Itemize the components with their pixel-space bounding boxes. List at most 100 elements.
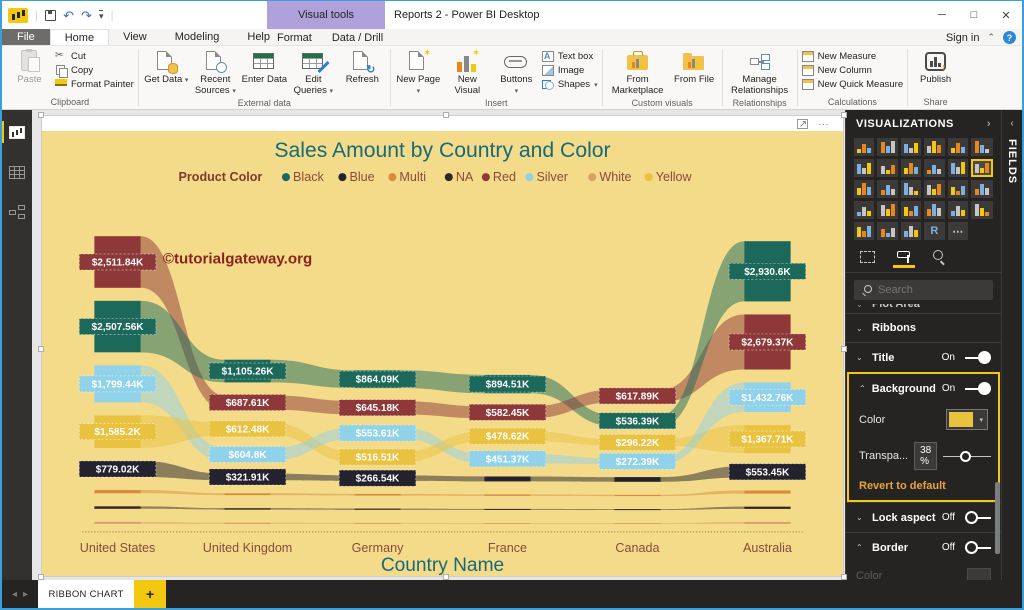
focus-mode-icon[interactable]: ↗ bbox=[797, 119, 808, 129]
visual-type-tile[interactable] bbox=[924, 201, 944, 219]
visual-type-tile[interactable] bbox=[877, 201, 897, 219]
prev-page-icon[interactable]: ◂ bbox=[12, 589, 17, 600]
section-lock-aspect[interactable]: ⌄Lock aspectOff bbox=[846, 502, 1001, 532]
visual-type-tile[interactable]: R bbox=[924, 222, 944, 240]
section-plot-area[interactable]: ⌄Plot Area bbox=[846, 304, 1001, 313]
visual-type-tile[interactable] bbox=[948, 159, 968, 177]
revert-to-default-link[interactable]: Revert to default bbox=[849, 476, 998, 500]
visual-type-tile[interactable] bbox=[948, 180, 968, 198]
visual-type-tile[interactable] bbox=[854, 159, 874, 177]
from-file-button[interactable]: From File bbox=[671, 48, 718, 86]
background-toggle[interactable] bbox=[965, 382, 991, 395]
resize-handle[interactable] bbox=[443, 574, 449, 580]
visual-type-tile[interactable] bbox=[901, 159, 921, 177]
visual-type-tile[interactable] bbox=[924, 180, 944, 198]
minimize-icon[interactable]: ─ bbox=[926, 1, 958, 29]
resize-handle[interactable] bbox=[841, 112, 847, 118]
customize-toolbar-icon[interactable]: ▾ bbox=[99, 10, 104, 21]
report-view-button[interactable] bbox=[2, 120, 32, 144]
visual-type-tile[interactable] bbox=[901, 201, 921, 219]
format-search[interactable] bbox=[854, 280, 993, 300]
visual-type-tile[interactable] bbox=[924, 159, 944, 177]
new-column-button[interactable]: New Column bbox=[802, 65, 904, 76]
border-toggle[interactable] bbox=[965, 541, 991, 554]
resize-handle[interactable] bbox=[38, 574, 44, 580]
visual-type-tile[interactable] bbox=[901, 138, 921, 156]
report-canvas[interactable]: ↗ ∙∙∙ $2,511.84K$2,507.56K$1,799.44K$1,5… bbox=[32, 110, 845, 580]
visual-type-tile[interactable] bbox=[877, 222, 897, 240]
resize-handle[interactable] bbox=[443, 112, 449, 118]
new-measure-button[interactable]: New Measure bbox=[802, 51, 904, 62]
resize-handle[interactable] bbox=[841, 574, 847, 580]
text-box-button[interactable]: Text box bbox=[542, 51, 598, 62]
shapes-button[interactable]: Shapes ▾ bbox=[542, 79, 598, 90]
maximize-icon[interactable]: □ bbox=[958, 1, 990, 29]
get-data-button[interactable]: Get Data ▾ bbox=[143, 48, 190, 86]
enter-data-button[interactable]: Enter Data bbox=[241, 48, 288, 86]
ribbon-chart[interactable]: $2,511.84K$2,507.56K$1,799.44K$1,585.2K$… bbox=[42, 131, 843, 576]
visual-type-tile[interactable] bbox=[971, 138, 993, 156]
tab-home[interactable]: Home bbox=[50, 29, 109, 45]
redo-icon[interactable]: ↷ bbox=[81, 9, 92, 22]
visual-type-tile[interactable] bbox=[901, 222, 921, 240]
collapse-panel-icon[interactable]: › bbox=[987, 118, 991, 130]
visual-type-tile[interactable] bbox=[948, 201, 968, 219]
resize-handle[interactable] bbox=[841, 346, 847, 352]
edit-queries-button[interactable]: Edit Queries ▾ bbox=[290, 48, 337, 97]
transparency-value[interactable]: 38 % bbox=[914, 442, 937, 470]
add-page-button[interactable]: + bbox=[134, 580, 166, 608]
close-icon[interactable]: ✕ bbox=[990, 1, 1022, 29]
new-quick-measure-button[interactable]: New Quick Measure bbox=[802, 79, 904, 90]
section-background[interactable]: ⌃BackgroundOn bbox=[849, 374, 998, 403]
panel-scrollbar[interactable] bbox=[995, 482, 1000, 554]
tab-format[interactable]: Format bbox=[267, 29, 322, 46]
data-view-button[interactable] bbox=[2, 160, 32, 184]
visual-type-tile[interactable] bbox=[854, 138, 874, 156]
new-visual-button[interactable]: ✶ New Visual bbox=[444, 48, 491, 97]
title-toggle[interactable] bbox=[965, 351, 991, 364]
manage-relationships-button[interactable]: Manage Relationships bbox=[727, 48, 793, 97]
resize-handle[interactable] bbox=[38, 112, 44, 118]
section-ribbons[interactable]: ⌄Ribbons bbox=[846, 313, 1001, 342]
collapse-ribbon-icon[interactable]: ⌃ bbox=[987, 32, 995, 43]
color-picker[interactable]: ▾ bbox=[946, 409, 988, 430]
tab-modeling[interactable]: Modeling bbox=[161, 29, 234, 45]
visual-type-tile[interactable] bbox=[854, 180, 874, 198]
section-title[interactable]: ⌄TitleOn bbox=[846, 342, 1001, 372]
tab-data-drill[interactable]: Data / Drill bbox=[322, 29, 393, 46]
visual-type-tile[interactable] bbox=[854, 222, 874, 240]
refresh-button[interactable]: ↻ Refresh bbox=[339, 48, 386, 86]
section-border[interactable]: ⌃BorderOff bbox=[846, 532, 1001, 562]
visual-type-tile[interactable] bbox=[877, 159, 897, 177]
visual-type-ribbon-chart[interactable] bbox=[971, 159, 993, 177]
tab-view[interactable]: View bbox=[109, 29, 161, 45]
lock-aspect-toggle[interactable] bbox=[965, 511, 991, 524]
recent-sources-button[interactable]: Recent Sources ▾ bbox=[192, 48, 239, 97]
visual-type-tile[interactable] bbox=[854, 201, 874, 219]
visual-type-tile[interactable] bbox=[877, 138, 897, 156]
format-painter-button[interactable]: Format Painter bbox=[55, 79, 134, 90]
visual-type-tile[interactable]: ⋯ bbox=[948, 222, 968, 240]
visual-type-tile[interactable] bbox=[971, 180, 993, 198]
undo-icon[interactable]: ↶ bbox=[63, 9, 74, 22]
visual-type-tile[interactable] bbox=[901, 180, 921, 198]
search-input[interactable] bbox=[878, 284, 985, 296]
visual-type-tile[interactable] bbox=[948, 138, 968, 156]
image-button[interactable]: Image bbox=[542, 65, 598, 76]
publish-button[interactable]: Publish bbox=[912, 48, 959, 86]
expand-fields-icon[interactable]: ‹ bbox=[1010, 118, 1013, 129]
next-page-icon[interactable]: ▸ bbox=[23, 589, 28, 600]
cut-button[interactable]: ✂Cut bbox=[55, 51, 134, 62]
new-page-button[interactable]: ✶ New Page ▾ bbox=[395, 48, 442, 97]
visual-type-tile[interactable] bbox=[877, 180, 897, 198]
fields-tab[interactable] bbox=[860, 251, 875, 267]
analytics-tab[interactable] bbox=[933, 250, 946, 267]
visual-type-tile[interactable] bbox=[971, 201, 993, 219]
resize-handle[interactable] bbox=[38, 346, 44, 352]
transparency-slider[interactable] bbox=[943, 450, 991, 462]
page-tab-ribbon-chart[interactable]: RIBBON CHART bbox=[38, 580, 134, 608]
save-icon[interactable] bbox=[45, 10, 56, 21]
visual-type-tile[interactable] bbox=[924, 138, 944, 156]
sign-in-link[interactable]: Sign in bbox=[946, 32, 980, 44]
from-marketplace-button[interactable]: From Marketplace bbox=[607, 48, 669, 97]
